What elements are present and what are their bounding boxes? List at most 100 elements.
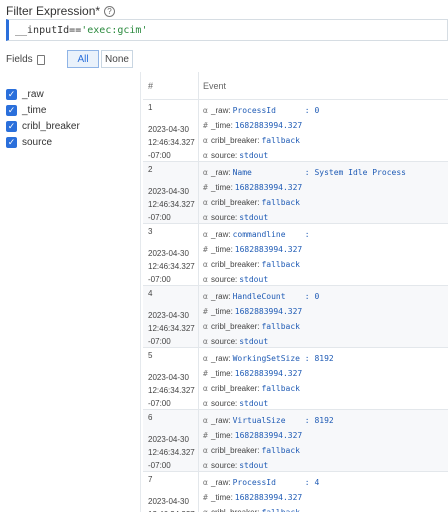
select-all-button[interactable]: All xyxy=(67,50,99,68)
event-field-key: cribl_breaker: xyxy=(211,508,259,512)
event-field-cribl-breaker[interactable]: αcribl_breaker:fallback xyxy=(203,195,448,210)
event-field-key: source: xyxy=(211,213,238,222)
filter-expression-input[interactable]: __inputId=='exec:gcim' xyxy=(6,19,448,41)
checkbox-checked-icon[interactable]: ✓ xyxy=(6,104,17,116)
event-field-value: stdout xyxy=(239,275,269,284)
event-date: 2023-04-30 xyxy=(148,249,189,258)
string-type-icon: α xyxy=(203,198,208,207)
string-type-icon: α xyxy=(203,322,208,331)
table-row[interactable]: 3 2023-04-30 12:46:34.327 -07:00 α _raw: comma… xyxy=(143,224,448,286)
number-type-icon: # xyxy=(203,307,208,316)
event-field-raw[interactable]: α _raw: Name : System Idle Process xyxy=(203,165,448,180)
filter-expression-string: 'exec:gcim' xyxy=(81,24,148,36)
event-timestamp: 2023-04-30 12:46:34.327 -07:00 xyxy=(148,371,198,410)
event-field-raw[interactable]: α _raw: commandline : xyxy=(203,227,448,242)
event-field-raw[interactable]: α _raw: ProcessId : 0 xyxy=(203,103,448,118)
event-cell: α _raw: VirtualSize : 8192 # _time: 168288399… xyxy=(198,410,448,471)
event-field-value: stdout xyxy=(239,461,269,470)
event-timestamp: 2023-04-30 12:46:34.327 -07:00 xyxy=(148,185,198,224)
event-field-key: cribl_breaker: xyxy=(211,322,260,331)
event-field-source[interactable]: α source: stdout xyxy=(203,210,448,225)
string-type-icon: α xyxy=(203,399,208,408)
events-table: # Event 1 2023-04-30 12:46:34.327 -07:00 α _r… xyxy=(143,72,448,512)
event-number-cell: 1 2023-04-30 12:46:34.327 -07:00 xyxy=(143,100,198,161)
event-date: 2023-04-30 xyxy=(148,311,189,320)
table-row[interactable]: 72023-04-3012:46:34.327-07:00α_raw:Proce… xyxy=(143,472,448,512)
event-field-key: source: xyxy=(211,275,238,284)
table-row[interactable]: 5 2023-04-30 12:46:34.327 -07:00 α _raw: Worki… xyxy=(143,348,448,410)
event-field-source[interactable]: α source: stdout xyxy=(203,272,448,287)
copy-icon[interactable] xyxy=(36,54,45,65)
event-timezone: -07:00 xyxy=(148,461,171,470)
event-time: 12:46:34.327 xyxy=(148,138,195,147)
event-field-time[interactable]: # _time: 1682883994.327 xyxy=(203,118,448,133)
event-cell: α _raw: Name : System Idle Process # _time: 1… xyxy=(198,162,448,223)
event-field-key: cribl_breaker: xyxy=(211,260,260,269)
table-row[interactable]: 2 2023-04-30 12:46:34.327 -07:00 α _raw: Name … xyxy=(143,162,448,224)
checkbox-checked-icon[interactable]: ✓ xyxy=(6,88,17,100)
table-row[interactable]: 6 2023-04-30 12:46:34.327 -07:00 α _raw: Virtu… xyxy=(143,410,448,472)
checkbox-checked-icon[interactable]: ✓ xyxy=(6,120,17,132)
event-timezone: -07:00 xyxy=(148,275,171,284)
event-field-cribl-breaker[interactable]: αcribl_breaker:fallback xyxy=(203,443,448,458)
event-cell: α _raw: ProcessId : 4 # _time: 1682883994.327… xyxy=(198,472,448,512)
event-field-value: stdout xyxy=(239,213,269,222)
field-label: _time xyxy=(22,104,47,116)
event-field-value: WorkingSetSize : 8192 xyxy=(232,354,334,363)
event-field-cribl-breaker[interactable]: αcribl_breaker:fallback xyxy=(203,381,448,396)
event-field-key: _time: xyxy=(211,493,233,502)
column-header-event: Event xyxy=(198,72,448,99)
table-row[interactable]: 4 2023-04-30 12:46:34.327 -07:00 α _raw: Handl… xyxy=(143,286,448,348)
event-field-cribl-breaker[interactable]: αcribl_breaker:fallback xyxy=(203,257,448,272)
event-field-key: _time: xyxy=(211,369,233,378)
event-field-time[interactable]: # _time: 1682883994.327 xyxy=(203,366,448,381)
event-index: 3 xyxy=(148,227,153,236)
string-type-icon: α xyxy=(203,384,208,393)
event-field-value: ProcessId : 4 xyxy=(232,478,320,487)
event-field-raw[interactable]: α _raw: WorkingSetSize : 8192 xyxy=(203,351,448,366)
event-field-time[interactable]: # _time: 1682883994.327 xyxy=(203,304,448,319)
event-field-value: 1682883994.327 xyxy=(234,431,303,440)
string-type-icon: α xyxy=(203,136,208,145)
event-field-key: cribl_breaker: xyxy=(211,198,260,207)
event-field-value: fallback xyxy=(261,322,300,331)
panel-divider[interactable] xyxy=(140,72,141,512)
event-field-source[interactable]: α source: stdout xyxy=(203,396,448,411)
checkbox-checked-icon[interactable]: ✓ xyxy=(6,136,17,148)
event-field-time[interactable]: # _time: 1682883994.327 xyxy=(203,490,448,505)
event-field-key: _raw: xyxy=(211,354,231,363)
event-field-value: 1682883994.327 xyxy=(234,245,303,254)
string-type-icon: α xyxy=(203,260,208,269)
event-field-cribl-breaker[interactable]: αcribl_breaker:fallback xyxy=(203,505,448,512)
field-item[interactable]: ✓ _time xyxy=(6,102,136,118)
event-field-value: stdout xyxy=(239,399,269,408)
event-field-value: stdout xyxy=(239,151,269,160)
field-item[interactable]: ✓ _raw xyxy=(6,86,136,102)
event-number-cell: 4 2023-04-30 12:46:34.327 -07:00 xyxy=(143,286,198,347)
event-field-cribl-breaker[interactable]: αcribl_breaker:fallback xyxy=(203,133,448,148)
string-type-icon: α xyxy=(203,151,208,160)
event-number-cell: 7 2023-04-3012:46:34.327-07:00 xyxy=(143,472,198,512)
event-field-key: _raw: xyxy=(211,168,231,177)
event-field-source[interactable]: α source: stdout xyxy=(203,458,448,473)
event-field-source[interactable]: α source: stdout xyxy=(203,148,448,163)
field-item[interactable]: ✓ cribl_breaker xyxy=(6,118,136,134)
event-field-cribl-breaker[interactable]: αcribl_breaker:fallback xyxy=(203,319,448,334)
select-none-button[interactable]: None xyxy=(101,50,133,68)
help-icon[interactable]: ? xyxy=(104,5,116,17)
event-field-source[interactable]: α source: stdout xyxy=(203,334,448,349)
event-field-raw[interactable]: α _raw: ProcessId : 4 xyxy=(203,475,448,490)
event-field-time[interactable]: # _time: 1682883994.327 xyxy=(203,428,448,443)
field-item[interactable]: ✓ source xyxy=(6,134,136,150)
event-field-time[interactable]: # _time: 1682883994.327 xyxy=(203,180,448,195)
event-field-raw[interactable]: α _raw: VirtualSize : 8192 xyxy=(203,413,448,428)
event-field-key: cribl_breaker: xyxy=(211,384,260,393)
event-field-time[interactable]: # _time: 1682883994.327 xyxy=(203,242,448,257)
table-row[interactable]: 1 2023-04-30 12:46:34.327 -07:00 α _raw: Proce… xyxy=(143,100,448,162)
event-field-raw[interactable]: α _raw: HandleCount : 0 xyxy=(203,289,448,304)
string-type-icon: α xyxy=(203,354,208,363)
event-time: 12:46:34.327 xyxy=(148,324,195,333)
event-field-key: _time: xyxy=(211,431,233,440)
string-type-icon: α xyxy=(203,292,208,301)
table-header: # Event xyxy=(143,72,448,100)
